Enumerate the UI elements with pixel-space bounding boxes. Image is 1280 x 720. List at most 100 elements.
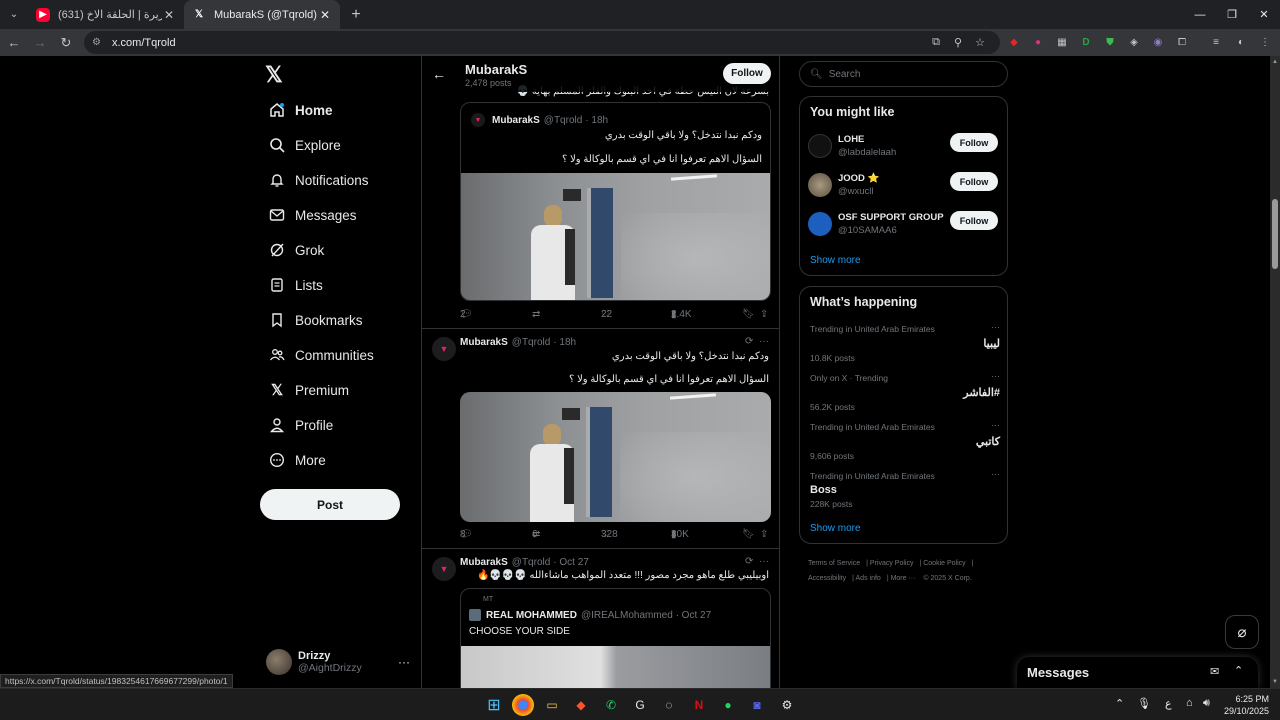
grok-icon[interactable]: ⟳	[745, 336, 753, 347]
scroll-down-icon[interactable]: ▼	[1270, 679, 1280, 685]
site-info-icon[interactable]: ⚙	[92, 37, 106, 48]
more-icon[interactable]: ···	[991, 469, 1000, 479]
post-image[interactable]	[461, 173, 770, 300]
volume-icon[interactable]: 🔊︎	[1203, 697, 1210, 710]
quoted-post[interactable]: ▼ MubarakS @Tqrold · 18h ودكم نبدا نتدخل…	[460, 102, 771, 301]
more-icon[interactable]: ···	[991, 322, 1000, 332]
footer-link[interactable]: Terms of Service	[808, 560, 860, 567]
install-app-icon[interactable]: ⧉	[928, 32, 944, 52]
close-window-button[interactable]: ✕	[1248, 0, 1280, 29]
extension-pink-icon[interactable]: ●	[1029, 33, 1047, 51]
netflix-icon[interactable]: N	[688, 694, 710, 716]
input-language[interactable]: ع	[1165, 697, 1172, 710]
quoted-post[interactable]: MT REAL MOHAMMED @IREALMohammed · Oct 27…	[460, 588, 771, 688]
nav-premium[interactable]: 𝕏 Premium	[268, 377, 349, 403]
post-image[interactable]	[460, 392, 771, 522]
extension-d-icon[interactable]: D	[1077, 33, 1095, 51]
search-input[interactable]: 🔍︎ Search	[799, 61, 1008, 87]
follow-button[interactable]: Follow	[950, 211, 998, 230]
expand-icon[interactable]: ⌃	[1234, 664, 1243, 677]
more-icon[interactable]: ···	[991, 420, 1000, 430]
footer-link[interactable]: Privacy Policy	[870, 560, 914, 567]
x-logo-icon[interactable]: 𝕏	[265, 62, 289, 87]
discord-icon[interactable]: ◙	[746, 694, 768, 716]
more-icon[interactable]: ···	[759, 556, 769, 567]
suggested-user[interactable]: JOOD ⭐ @wxucll Follow	[808, 171, 1001, 201]
spotify-icon[interactable]: ●	[717, 694, 739, 716]
maximize-button[interactable]: ❐	[1216, 0, 1248, 29]
network-icon[interactable]: ⌂	[1186, 697, 1193, 709]
suggested-user[interactable]: OSF SUPPORT GROUP @10SAMAA6 Follow	[808, 210, 1001, 240]
start-menu-icon[interactable]: ⊞	[483, 694, 505, 716]
tray-chevron-icon[interactable]: ⌃	[1115, 697, 1124, 710]
forward-button[interactable]: →	[28, 31, 52, 55]
close-icon[interactable]: ✕	[318, 8, 332, 22]
nav-communities[interactable]: Communities	[268, 342, 374, 368]
whatsapp-icon[interactable]: ✆	[600, 694, 622, 716]
show-more-link[interactable]: Show more	[810, 255, 861, 266]
chrome-menu-icon[interactable]: ⋮	[1256, 33, 1274, 51]
scroll-up-icon[interactable]: ▲	[1270, 59, 1280, 65]
nav-messages[interactable]: Messages	[268, 202, 357, 228]
author-name[interactable]: MubarakS	[460, 557, 508, 568]
extension-grid-icon[interactable]: ▦	[1053, 33, 1071, 51]
new-message-icon[interactable]: ✉	[1210, 665, 1219, 678]
account-switcher[interactable]: Drizzy @AightDrizzy ···	[266, 647, 414, 677]
close-icon[interactable]: ✕	[162, 8, 176, 22]
extension-shield-icon[interactable]: ⛊	[1101, 33, 1119, 51]
app-icon[interactable]: ⚙	[776, 694, 798, 716]
nav-notifications[interactable]: Notifications	[268, 167, 369, 193]
grok-icon[interactable]: ⟳	[745, 556, 753, 567]
avatar[interactable]: ▼	[432, 557, 456, 581]
app-icon[interactable]: G	[629, 694, 651, 716]
footer-link[interactable]: Cookie Policy	[923, 560, 965, 567]
tab-search-button[interactable]: ⌄	[0, 0, 28, 29]
more-icon[interactable]: ···	[991, 371, 1000, 381]
nav-explore[interactable]: Explore	[268, 132, 341, 158]
bookmark-star-icon[interactable]: ☆	[972, 32, 988, 52]
reload-button[interactable]: ↻	[54, 31, 78, 55]
trend-item[interactable]: Trending in United Arab Emirates ··· كات…	[810, 420, 1000, 461]
system-clock[interactable]: 6:25 PM 29/10/2025	[1224, 693, 1269, 717]
reading-list-icon[interactable]: ≡	[1207, 33, 1225, 51]
microphone-icon[interactable]: 🎙︎	[1137, 697, 1151, 710]
follow-button[interactable]: Follow	[950, 133, 998, 152]
app-icon[interactable]: ◌	[658, 694, 680, 716]
show-more-link[interactable]: Show more	[810, 523, 861, 534]
author-name[interactable]: MubarakS	[460, 337, 508, 348]
nav-profile[interactable]: Profile	[268, 412, 333, 438]
post-menu[interactable]: ⟳ ···	[745, 336, 769, 347]
scrollbar[interactable]: ▲ ▼	[1270, 56, 1280, 688]
back-button[interactable]: ←	[2, 31, 26, 55]
nav-bookmarks[interactable]: Bookmarks	[268, 307, 363, 333]
follow-button[interactable]: Follow	[950, 172, 998, 191]
footer-link[interactable]: More ···	[891, 575, 916, 582]
extensions-puzzle-icon[interactable]: ⧠	[1173, 33, 1191, 51]
new-tab-button[interactable]: +	[344, 3, 368, 27]
suggested-user[interactable]: LOHE @labdalelaah Follow	[808, 132, 1001, 162]
extension-diamond-icon[interactable]: ◈	[1125, 33, 1143, 51]
tab-youtube[interactable]: ▶ (631) نهاية الجزيرة | الحلقة الاخ... ✕	[28, 0, 184, 29]
trend-item[interactable]: Trending in United Arab Emirates ··· ليب…	[810, 322, 1000, 363]
scrollbar-thumb[interactable]	[1272, 199, 1278, 269]
more-icon[interactable]: ···	[759, 336, 769, 347]
post-image[interactable]	[461, 646, 770, 688]
more-icon[interactable]: ···	[398, 655, 410, 669]
chrome-icon[interactable]	[512, 694, 534, 716]
footer-link[interactable]: Accessibility	[808, 575, 846, 582]
extension-red-icon[interactable]: ◆	[1005, 33, 1023, 51]
minimize-button[interactable]: —	[1184, 0, 1216, 29]
nav-lists[interactable]: Lists	[268, 272, 323, 298]
avatar[interactable]: ▼	[432, 337, 456, 361]
file-explorer-icon[interactable]: ▭	[541, 694, 563, 716]
post-button[interactable]: Post	[260, 489, 400, 520]
footer-link[interactable]: Ads info	[856, 575, 881, 582]
nav-grok[interactable]: Grok	[268, 237, 324, 263]
brave-icon[interactable]: ◆	[570, 694, 592, 716]
trend-item[interactable]: Only on X · Trending ··· #الفاشر 56.2K p…	[810, 371, 1000, 412]
trend-item[interactable]: Trending in United Arab Emirates ··· Bos…	[810, 469, 1000, 509]
follow-button[interactable]: Follow	[723, 63, 771, 84]
address-bar[interactable]: ⚙ x.com/Tqrold	[84, 31, 1000, 54]
back-arrow-icon[interactable]: ←	[432, 66, 446, 82]
zoom-icon[interactable]: ⚲	[950, 32, 966, 52]
